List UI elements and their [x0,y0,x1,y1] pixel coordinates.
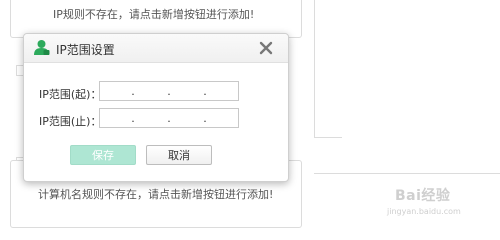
ip-start-input[interactable]: . . . [99,81,239,101]
ip-end-input[interactable]: . . . [99,108,239,128]
baidu-jingyan-watermark: Bai经验 jingyan.baidu.com [385,183,500,231]
watermark-url: jingyan.baidu.com [387,207,461,216]
ip-range-dialog: IP范围设置 IP范围(起)： . . . IP范围(止)： . . . 保存 … [23,33,289,182]
divider [314,137,342,138]
dialog-header: IP范围设置 [24,34,288,63]
ip-end-label: IP范围(止)： [39,115,102,128]
ip-start-label: IP范围(起)： [39,88,102,101]
ip-rules-empty-message: IP规则不存在，请点击新增按钮进行添加! [53,8,255,21]
computer-name-rules-empty-message: 计算机名规则不存在，请点击新增按钮进行添加! [38,188,274,201]
divider [314,173,500,174]
save-button[interactable]: 保存 [70,145,136,165]
divider [314,0,315,138]
user-icon [34,40,50,55]
watermark-brand: Bai经验 [395,188,451,204]
close-icon[interactable] [257,39,275,57]
cancel-button[interactable]: 取消 [146,145,212,165]
dialog-title: IP范围设置 [56,43,115,57]
